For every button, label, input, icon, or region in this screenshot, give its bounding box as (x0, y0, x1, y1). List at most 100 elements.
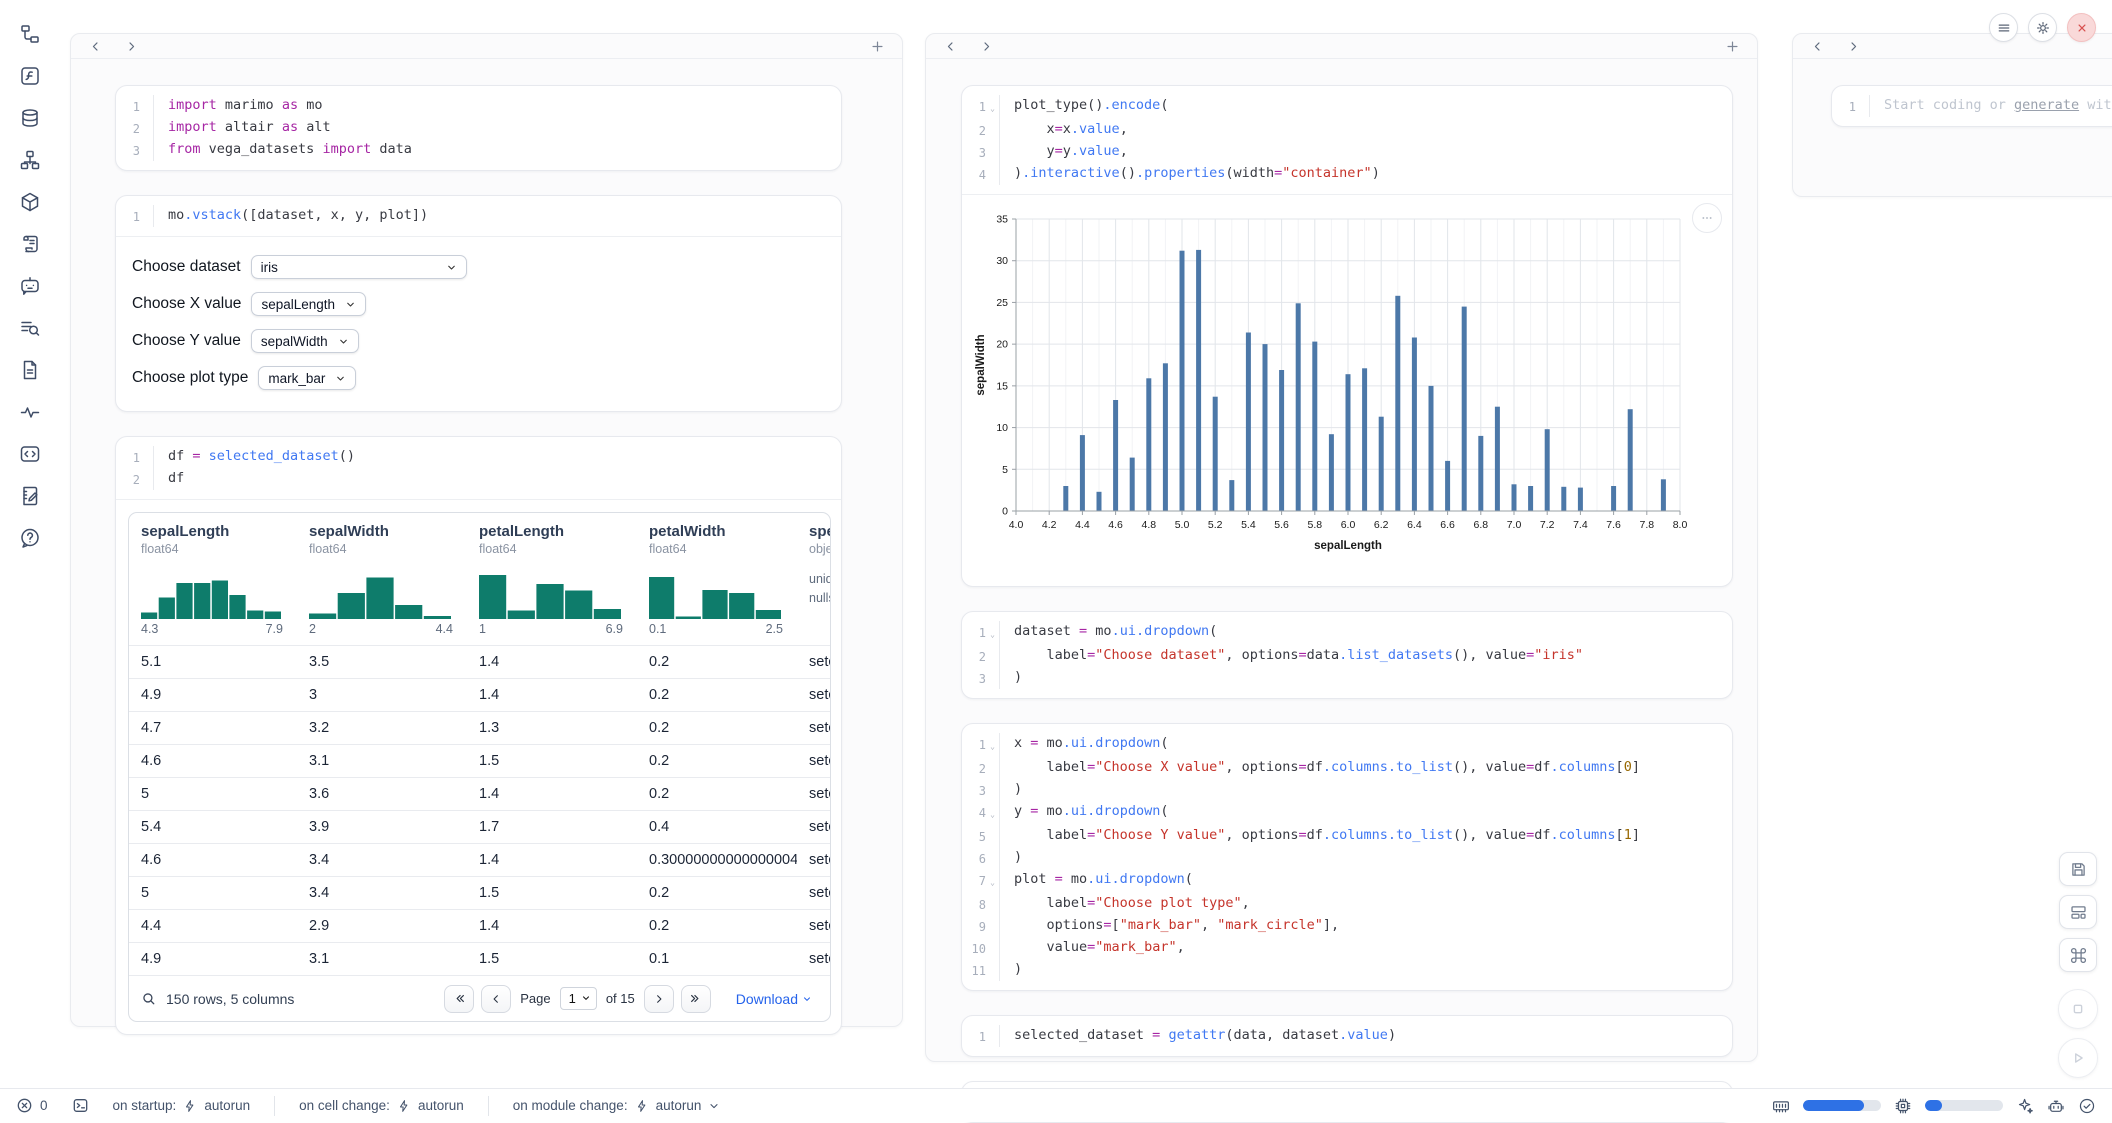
activity-icon (19, 401, 41, 423)
ai-assistant-button[interactable] (2047, 1097, 2065, 1115)
chart-svg[interactable]: 4.04.24.44.64.85.05.25.45.65.86.06.26.46… (970, 205, 1720, 567)
svg-text:30: 30 (996, 255, 1008, 267)
layout-button[interactable] (2059, 895, 2097, 929)
table-cell: 3.5 (297, 654, 467, 670)
sidebar-code-snippet-button[interactable] (14, 440, 46, 468)
sidebar-list-search-button[interactable] (14, 314, 46, 342)
prev-column-button[interactable] (942, 38, 958, 54)
prev-column-button[interactable] (1809, 38, 1825, 54)
page-select[interactable]: 1 (560, 987, 597, 1010)
close-button[interactable] (2067, 13, 2096, 42)
plot-type-select[interactable]: mark_bar (258, 366, 356, 390)
chev2-left-icon (453, 992, 466, 1005)
gutter-space (986, 667, 999, 689)
table-cell: setosa (797, 885, 831, 901)
command-button[interactable] (2059, 938, 2097, 972)
code-line: 1df = selected_dataset() (116, 446, 841, 468)
last-page-button[interactable] (681, 985, 711, 1013)
gear-button[interactable] (2028, 13, 2057, 42)
next-page-button[interactable] (644, 985, 674, 1013)
dataset-select[interactable]: iris (251, 255, 467, 279)
sidebar-sitemap-button[interactable] (14, 146, 46, 174)
sidebar-script-button[interactable] (14, 230, 46, 258)
sidebar-file-tree-button[interactable] (14, 20, 46, 48)
sidebar-help-button[interactable] (14, 524, 46, 552)
line-number: 3 (962, 779, 986, 801)
chev-right-icon (980, 40, 993, 53)
next-column-button[interactable] (978, 38, 994, 54)
cpu-icon (1894, 1097, 1912, 1115)
runtime-setting-1[interactable]: on startup:autorun (113, 1098, 251, 1113)
code-editor[interactable]: 1⌄x = mo.ui.dropdown(2 label="Choose X v… (962, 724, 1732, 990)
status-bar: 0 on startup:autorun on cell change:autor… (0, 1088, 2112, 1122)
search-button[interactable] (141, 991, 157, 1007)
add-column-button[interactable] (868, 37, 886, 55)
line-number: 2 (116, 468, 140, 490)
altair-chart: 4.04.24.44.64.85.05.25.45.65.86.06.26.46… (962, 195, 1732, 586)
connection-status-button[interactable] (2078, 1097, 2096, 1115)
gutter-space (986, 959, 999, 981)
x-value-select[interactable]: sepalLength (251, 292, 366, 316)
download-button[interactable]: Download (730, 990, 818, 1008)
save-button[interactable] (2059, 852, 2097, 886)
sidebar-scratchpad-button[interactable] (14, 482, 46, 510)
column-header-sepalLength[interactable]: sepalLengthfloat644.37.9 (129, 513, 297, 645)
table-cell: 1.5 (467, 951, 637, 967)
prev-page-button[interactable] (481, 985, 511, 1013)
table-cell: 0.2 (637, 753, 797, 769)
svg-text:4.8: 4.8 (1141, 519, 1156, 531)
first-page-button[interactable] (444, 985, 474, 1013)
sidebar-database-button[interactable] (14, 104, 46, 132)
window-controls (1989, 13, 2096, 42)
play-button[interactable] (2058, 1038, 2098, 1078)
fold-marker: ⌄ (986, 621, 999, 645)
add-column-button[interactable] (1723, 37, 1741, 55)
column-header-petalLength[interactable]: petalLengthfloat6416.9 (467, 513, 637, 645)
sidebar-function-button[interactable] (14, 62, 46, 90)
next-column-button[interactable] (1845, 38, 1861, 54)
gutter-space (986, 141, 999, 163)
prev-column-button[interactable] (87, 38, 103, 54)
chev-left-icon (1811, 40, 1824, 53)
sidebar-activity-button[interactable] (14, 398, 46, 426)
chevron-down-icon (708, 1100, 720, 1112)
svg-text:5.0: 5.0 (1175, 519, 1190, 531)
sidebar-document-button[interactable] (14, 356, 46, 384)
layout-icon (2069, 903, 2088, 922)
code-editor[interactable]: 1df = selected_dataset()2df (116, 437, 841, 499)
menu-button[interactable] (1989, 13, 2018, 42)
cpu-usage-bar (1925, 1100, 2003, 1111)
chart-actions-button[interactable] (1692, 203, 1722, 233)
code-editor[interactable]: 1import marimo as mo2import altair as al… (116, 86, 841, 170)
code-editor[interactable]: 1selected_dataset = getattr(data, datase… (962, 1016, 1732, 1056)
sidebar-package-button[interactable] (14, 188, 46, 216)
code-line: 4⌄y = mo.ui.dropdown( (962, 801, 1732, 825)
code-editor[interactable]: 1⌄plot_type().encode(2 x=x.value,3 y=y.v… (962, 86, 1732, 194)
column-header-species[interactable]: speciesobjectuniquenulls: (797, 513, 831, 645)
column-histogram (479, 567, 621, 619)
runtime-setting-2[interactable]: on cell change:autorun (299, 1098, 464, 1113)
stop-button[interactable] (2058, 989, 2098, 1029)
code-editor[interactable]: 1⌄dataset = mo.ui.dropdown(2 label="Choo… (962, 612, 1732, 698)
cell-output: sepalLengthfloat644.37.9sepalWidthfloat6… (116, 499, 841, 1034)
code-editor[interactable]: 1mo.vstack([dataset, x, y, plot]) (116, 196, 841, 236)
column-header-petalWidth[interactable]: petalWidthfloat640.12.5 (637, 513, 797, 645)
column-stats: uniquenulls: (809, 570, 831, 609)
table-cell: 3.4 (297, 885, 467, 901)
ai-sparkles-button[interactable] (2016, 1097, 2034, 1115)
code-editor[interactable]: 1Start coding or generate with (1832, 86, 2112, 126)
gutter-space (986, 1025, 999, 1047)
line-number: 1 (962, 1025, 986, 1047)
column-header-sepalWidth[interactable]: sepalWidthfloat6424.4 (297, 513, 467, 645)
next-column-button[interactable] (123, 38, 139, 54)
histogram-range: 4.37.9 (141, 622, 283, 636)
setting-label: on cell change: (299, 1098, 390, 1113)
sidebar-chatbot-button[interactable] (14, 272, 46, 300)
y-value-select[interactable]: sepalWidth (251, 329, 359, 353)
error-indicator[interactable]: 0 (16, 1097, 48, 1114)
runtime-setting-3[interactable]: on module change:autorun (513, 1098, 721, 1113)
terminal-button[interactable] (72, 1097, 89, 1114)
column-dtype: float64 (649, 542, 797, 556)
bolt-icon (397, 1099, 411, 1113)
svg-text:sepalWidth: sepalWidth (975, 334, 987, 395)
